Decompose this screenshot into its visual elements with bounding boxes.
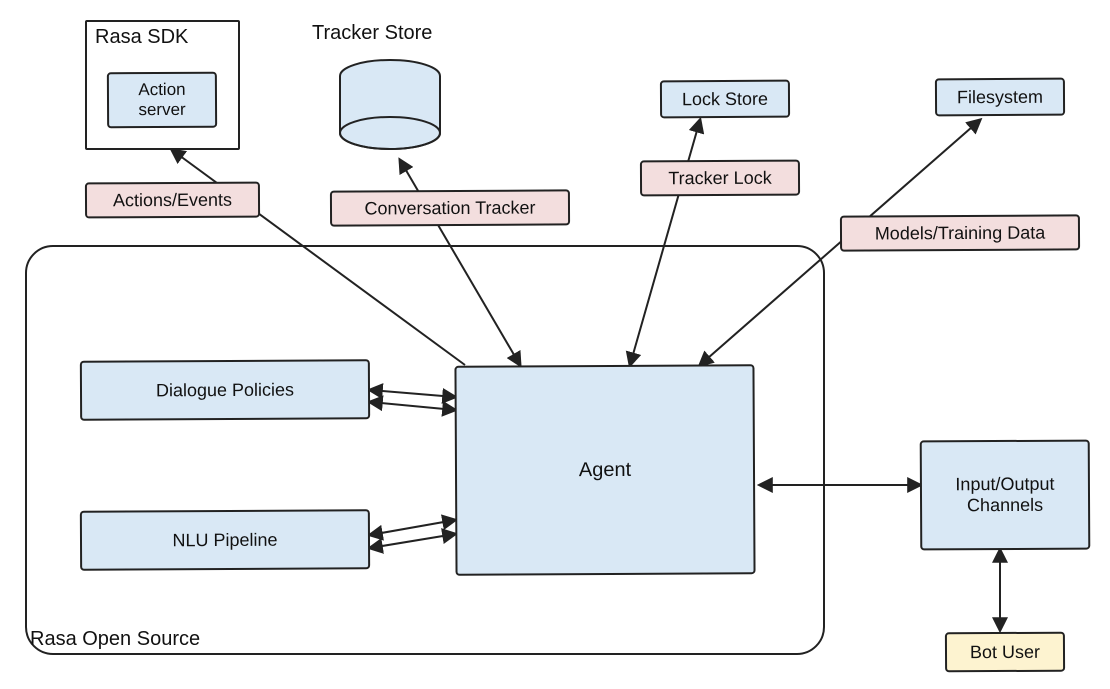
bot-user-label: Bot User bbox=[970, 641, 1040, 662]
agent-box: Agent bbox=[454, 364, 755, 576]
lock-store-box: Lock Store bbox=[660, 80, 790, 119]
tracker-store-title: Tracker Store bbox=[312, 22, 432, 45]
conversation-tracker-text: Conversation Tracker bbox=[364, 197, 535, 219]
io-channels-label: Input/Output Channels bbox=[932, 474, 1078, 517]
filesystem-box: Filesystem bbox=[935, 78, 1065, 117]
rasa-open-source-title: Rasa Open Source bbox=[30, 628, 200, 651]
agent-label: Agent bbox=[579, 458, 631, 481]
io-channels-box: Input/Output Channels bbox=[920, 440, 1091, 551]
actions-events-text: Actions/Events bbox=[113, 189, 232, 211]
actions-events-edge-label: Actions/Events bbox=[85, 182, 260, 219]
tracker-lock-text: Tracker Lock bbox=[668, 167, 771, 189]
nlu-pipeline-box: NLU Pipeline bbox=[80, 509, 370, 571]
lock-store-label: Lock Store bbox=[682, 88, 768, 109]
dialogue-policies-box: Dialogue Policies bbox=[80, 359, 370, 421]
tracker-store-cylinder-icon bbox=[335, 58, 445, 158]
bot-user-box: Bot User bbox=[945, 632, 1065, 673]
models-training-edge-label: Models/Training Data bbox=[840, 214, 1080, 251]
dialogue-policies-label: Dialogue Policies bbox=[156, 379, 294, 401]
action-server-label: Action server bbox=[119, 80, 205, 120]
nlu-pipeline-label: NLU Pipeline bbox=[172, 529, 277, 551]
filesystem-label: Filesystem bbox=[957, 86, 1043, 107]
action-server-box: Action server bbox=[107, 72, 217, 129]
conversation-tracker-edge-label: Conversation Tracker bbox=[330, 189, 570, 226]
models-training-text: Models/Training Data bbox=[875, 222, 1046, 244]
rasa-sdk-title: Rasa SDK bbox=[95, 26, 188, 49]
tracker-lock-edge-label: Tracker Lock bbox=[640, 160, 800, 197]
